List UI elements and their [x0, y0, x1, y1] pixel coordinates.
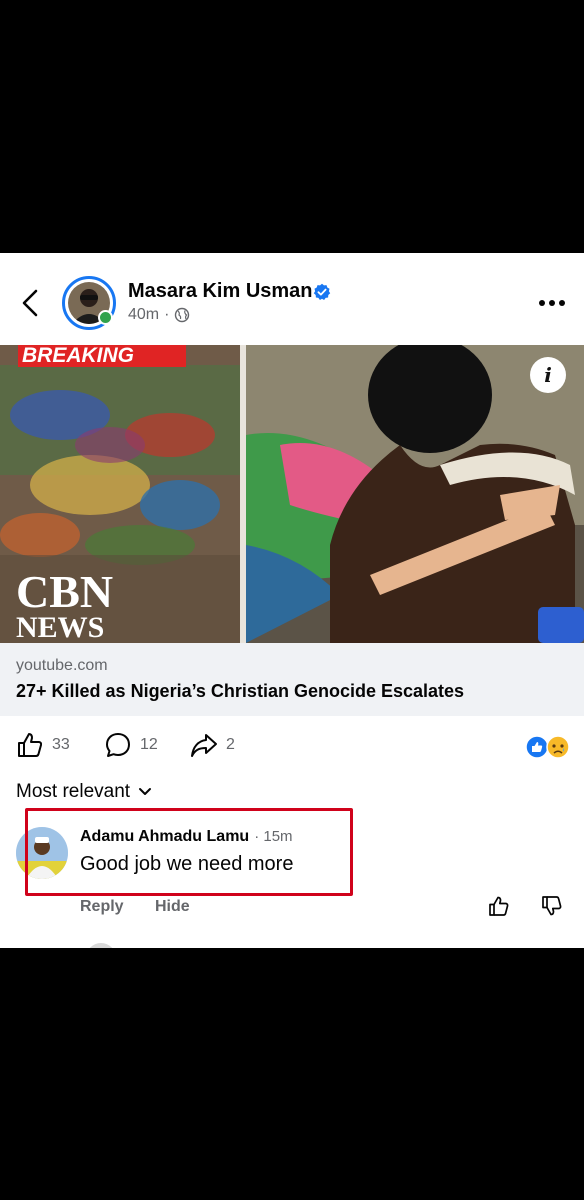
- post-panel: Masara Kim Usman 40m · BREAKING CBN NEWS…: [0, 253, 584, 948]
- post-meta: 40m ·: [128, 306, 190, 324]
- like-button[interactable]: 33: [16, 731, 70, 759]
- reply-button[interactable]: Reply: [80, 898, 124, 916]
- link-domain: youtube.com: [16, 657, 108, 674]
- comment-dislike-icon[interactable]: [541, 895, 563, 917]
- like-count: 33: [52, 736, 70, 753]
- sort-label: Most relevant: [16, 781, 131, 802]
- post-media[interactable]: BREAKING CBN NEWS i: [0, 345, 584, 643]
- like-icon: [18, 733, 43, 757]
- online-status-dot: [98, 310, 113, 325]
- share-button[interactable]: 2: [190, 731, 235, 759]
- chevron-left-icon: [22, 289, 38, 317]
- breaking-banner: BREAKING: [22, 345, 134, 367]
- comment-like-icon[interactable]: [488, 895, 510, 917]
- news-logo-line2: NEWS: [16, 611, 104, 643]
- info-icon: i: [544, 363, 552, 387]
- link-title: 27+ Killed as Nigeria’s Christian Genoci…: [16, 681, 465, 701]
- hide-button[interactable]: Hide: [155, 898, 190, 916]
- comment-button[interactable]: 12: [104, 731, 158, 759]
- share-icon: [191, 734, 217, 757]
- info-button[interactable]: i: [530, 357, 566, 393]
- verified-badge-icon: [313, 283, 331, 300]
- post-author-name[interactable]: Masara Kim Usman: [128, 280, 313, 303]
- reactions-summary[interactable]: [525, 735, 571, 759]
- action-bar: 33 12 2: [0, 731, 584, 763]
- comment-icon: [106, 733, 130, 757]
- comments-sort-dropdown[interactable]: Most relevant: [16, 781, 152, 803]
- thumbnail-image: BREAKING CBN NEWS: [0, 345, 584, 643]
- chevron-down-icon: [139, 788, 152, 795]
- comment-count: 12: [140, 736, 158, 753]
- link-preview[interactable]: youtube.com 27+ Killed as Nigeria’s Chri…: [0, 643, 584, 716]
- meta-separator: ·: [164, 306, 170, 323]
- highlight-box: [25, 808, 353, 896]
- more-horizontal-icon: [539, 300, 565, 306]
- post-time: 40m: [128, 306, 160, 323]
- sad-reaction-icon: [546, 735, 570, 759]
- more-options-button[interactable]: [536, 295, 568, 311]
- share-count: 2: [226, 736, 235, 753]
- news-logo-line1: CBN: [16, 566, 113, 617]
- back-button[interactable]: [14, 283, 46, 323]
- like-reaction-icon: [525, 735, 549, 759]
- globe-icon: [175, 307, 190, 323]
- next-comment-avatar: [86, 943, 116, 948]
